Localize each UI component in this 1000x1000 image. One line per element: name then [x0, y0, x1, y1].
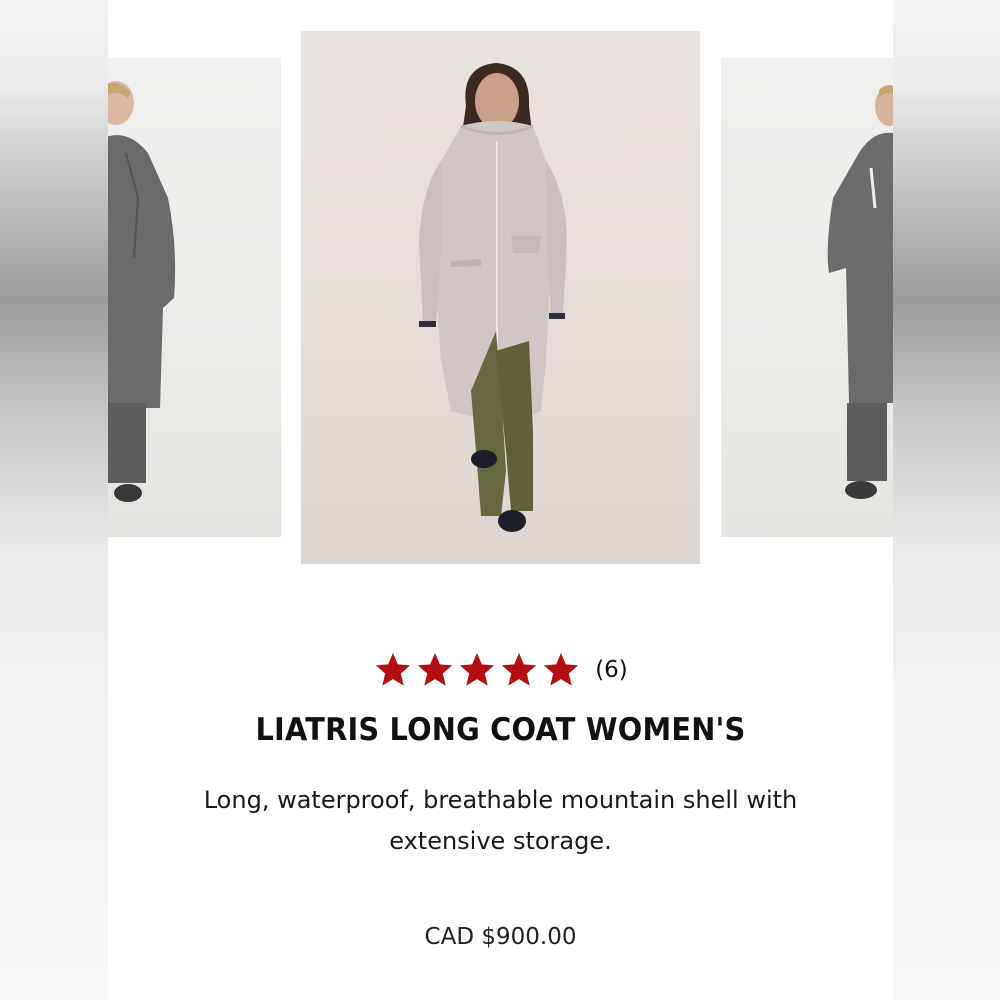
product-title: LIATRIS LONG COAT WOMEN'S: [255, 712, 746, 748]
star-icon: [376, 653, 411, 686]
gallery-image-left[interactable]: [108, 58, 281, 537]
gallery-image-main[interactable]: [301, 31, 700, 564]
left-backdrop: [0, 0, 108, 1000]
gallery-image-right[interactable]: [721, 58, 893, 537]
star-rating: [373, 650, 581, 690]
star-icon: [502, 653, 537, 686]
review-count[interactable]: (6): [595, 657, 628, 683]
star-icon: [460, 653, 495, 686]
product-card: (6) LIATRIS LONG COAT WOMEN'S Long, wate…: [108, 0, 893, 1000]
star-icon: [544, 653, 579, 686]
product-price: CAD $900.00: [424, 924, 577, 950]
product-description: Long, waterproof, breathable mountain sh…: [203, 786, 798, 855]
product-page: (6) LIATRIS LONG COAT WOMEN'S Long, wate…: [0, 0, 1000, 1000]
rating-row[interactable]: (6): [108, 650, 893, 690]
star-icon: [418, 653, 453, 686]
right-backdrop: [893, 0, 1000, 1000]
